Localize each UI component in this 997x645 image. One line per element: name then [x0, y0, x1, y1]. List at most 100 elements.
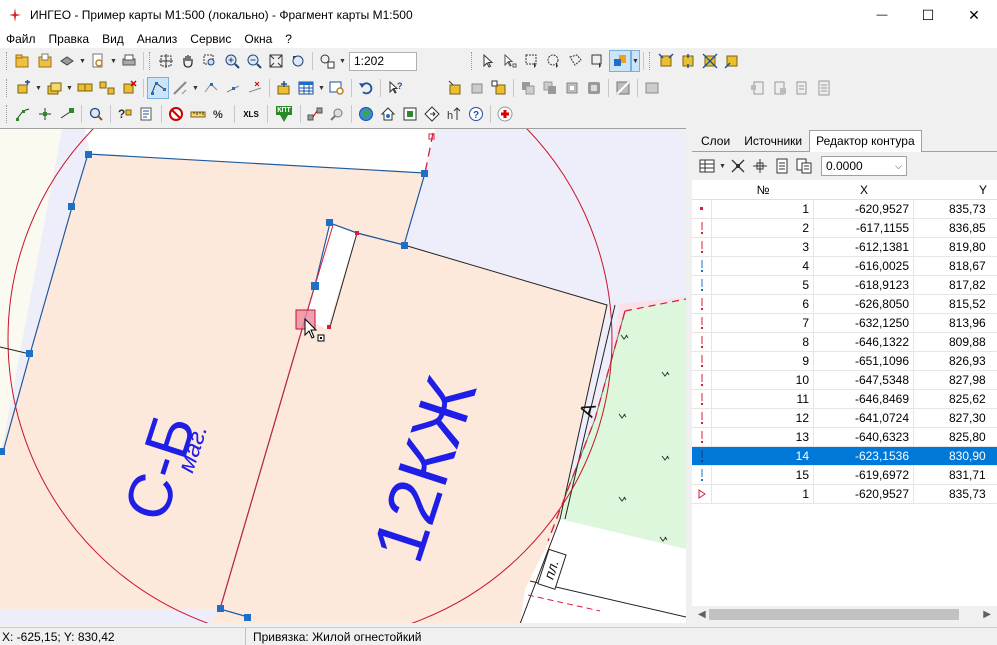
table-view-button[interactable]	[696, 155, 718, 177]
toolbar-grip[interactable]	[149, 52, 152, 70]
hatch-button[interactable]	[641, 77, 663, 99]
cell-number[interactable]: 10	[712, 371, 814, 389]
cut-polygon-button[interactable]	[612, 77, 634, 99]
split-button[interactable]	[96, 77, 118, 99]
table-row[interactable]: 11 -646,8469 825,62	[692, 390, 997, 409]
network-search-button[interactable]	[326, 103, 348, 125]
cell-y[interactable]: 827,30	[914, 409, 997, 427]
snap-2-button[interactable]	[466, 77, 488, 99]
add-vertex-button[interactable]	[222, 77, 244, 99]
cell-x[interactable]: -646,1322	[814, 333, 914, 351]
calc-button[interactable]: %	[209, 103, 231, 125]
object-op-1-button[interactable]	[655, 50, 677, 72]
dropdown-arrow[interactable]: ▼	[78, 50, 87, 72]
table-row[interactable]: 12 -641,0724 827,30	[692, 409, 997, 428]
move-vertex-button[interactable]	[200, 77, 222, 99]
cell-y[interactable]: 809,88	[914, 333, 997, 351]
info-button[interactable]: ?	[384, 77, 406, 99]
shrink-button[interactable]	[727, 155, 749, 177]
menu-view[interactable]: Вид	[96, 30, 131, 48]
arrange-3-button[interactable]	[561, 77, 583, 99]
cell-x[interactable]: -616,0025	[814, 257, 914, 275]
table-row[interactable]: 9 -651,1096 826,93	[692, 352, 997, 371]
cell-y[interactable]: 819,80	[914, 238, 997, 256]
style-select-button[interactable]	[609, 50, 631, 72]
merge-button[interactable]	[74, 77, 96, 99]
toolbar-grip[interactable]	[649, 52, 652, 70]
cell-number[interactable]: 15	[712, 466, 814, 484]
table-button[interactable]	[295, 77, 317, 99]
dropdown-arrow[interactable]: ▼	[338, 50, 347, 72]
cell-number[interactable]: 7	[712, 314, 814, 332]
cell-number[interactable]: 1	[712, 200, 814, 218]
table-row[interactable]: 13 -640,6323 825,80	[692, 428, 997, 447]
cell-x[interactable]: -620,9527	[814, 200, 914, 218]
globe-button[interactable]	[355, 103, 377, 125]
insert-object-button[interactable]	[273, 77, 295, 99]
zoom-previous-button[interactable]	[287, 50, 309, 72]
cell-x[interactable]: -618,9123	[814, 276, 914, 294]
scale-input[interactable]	[349, 51, 417, 71]
doc-3-button[interactable]	[791, 77, 813, 99]
undo-button[interactable]	[355, 77, 377, 99]
cell-y[interactable]: 835,73	[914, 200, 997, 218]
table-row[interactable]: 10 -647,5348 827,98	[692, 371, 997, 390]
doc-1-button[interactable]	[747, 77, 769, 99]
tab-contour-editor[interactable]: Редактор контура	[809, 130, 922, 152]
toolbar-grip[interactable]	[6, 105, 9, 123]
scroll-left-icon[interactable]: ◀	[698, 609, 706, 620]
report-button[interactable]	[136, 103, 158, 125]
cell-number[interactable]: 8	[712, 333, 814, 351]
tab-layers[interactable]: Слои	[694, 130, 737, 151]
dropdown-arrow[interactable]: ▼	[718, 155, 727, 177]
table-row[interactable]: 2 -617,1155 836,85	[692, 219, 997, 238]
table-row[interactable]: 15 -619,6972 831,71	[692, 466, 997, 485]
table-row[interactable]: 4 -616,0025 818,67	[692, 257, 997, 276]
search-table-button[interactable]	[326, 77, 348, 99]
cell-x[interactable]: -626,8050	[814, 295, 914, 313]
object-op-2-button[interactable]	[677, 50, 699, 72]
cell-y[interactable]: 826,93	[914, 352, 997, 370]
cell-x[interactable]: -617,1155	[814, 219, 914, 237]
cell-number[interactable]: 9	[712, 352, 814, 370]
table-row[interactable]: 6 -626,8050 815,52	[692, 295, 997, 314]
offset-combo[interactable]: 0.0000 ⌵	[821, 156, 907, 176]
select-rect-button[interactable]	[521, 50, 543, 72]
delete-vertex-button[interactable]	[244, 77, 266, 99]
horizontal-scrollbar[interactable]: ◀ ▶	[692, 606, 997, 623]
move-node-button[interactable]	[749, 155, 771, 177]
layers-button[interactable]	[56, 50, 78, 72]
dropdown-arrow[interactable]: ▼	[109, 50, 118, 72]
addin-button[interactable]	[494, 103, 516, 125]
cell-y[interactable]: 815,52	[914, 295, 997, 313]
zoom-in-button[interactable]	[221, 50, 243, 72]
cell-x[interactable]: -632,1250	[814, 314, 914, 332]
pan-button[interactable]	[177, 50, 199, 72]
arrange-1-button[interactable]	[517, 77, 539, 99]
route-1-button[interactable]	[12, 103, 34, 125]
cell-y[interactable]: 817,82	[914, 276, 997, 294]
doc-4-button[interactable]	[813, 77, 835, 99]
open-project-button[interactable]	[34, 50, 56, 72]
query-button[interactable]: ?	[114, 103, 136, 125]
table-row[interactable]: 8 -646,1322 809,88	[692, 333, 997, 352]
table-row[interactable]: 14 -623,1536 830,90	[692, 447, 997, 466]
minimize-button[interactable]: —	[859, 0, 905, 30]
cell-number[interactable]: 13	[712, 428, 814, 446]
open-map-button[interactable]	[12, 50, 34, 72]
cell-y[interactable]: 813,96	[914, 314, 997, 332]
cell-x[interactable]: -623,1536	[814, 447, 914, 465]
map-canvas[interactable]: С-Б маг. 12КЖ А пл.	[0, 128, 686, 623]
cell-number[interactable]: 11	[712, 390, 814, 408]
extent-button[interactable]	[155, 50, 177, 72]
table-row[interactable]: 3 -612,1381 819,80	[692, 238, 997, 257]
table-row[interactable]: 1 -620,9527 835,73	[692, 200, 997, 219]
cell-x[interactable]: -620,9527	[814, 485, 914, 503]
select-circle-button[interactable]	[543, 50, 565, 72]
select-line-button[interactable]	[587, 50, 609, 72]
dropdown-arrow[interactable]: ▼	[191, 77, 200, 99]
route-3-button[interactable]	[56, 103, 78, 125]
dropdown-arrow[interactable]: ▼	[317, 77, 326, 99]
cell-number[interactable]: 5	[712, 276, 814, 294]
select-button[interactable]	[477, 50, 499, 72]
